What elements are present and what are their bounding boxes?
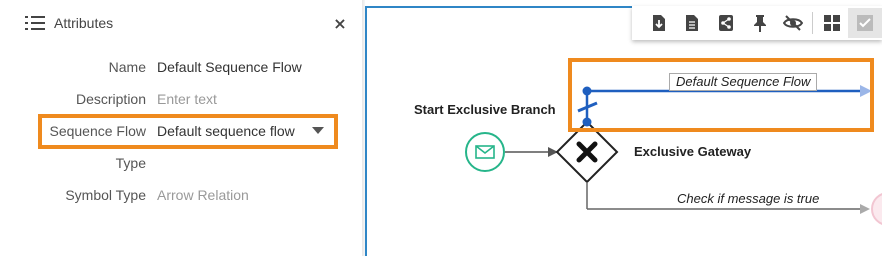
end-event[interactable] — [871, 193, 882, 225]
conditional-flow-label[interactable]: Check if message is true — [677, 191, 819, 206]
toolbar-separator — [811, 12, 813, 34]
canvas-toolbar — [632, 6, 882, 40]
start-event[interactable] — [465, 132, 505, 172]
default-flow-highlight — [568, 58, 874, 132]
gateway-label: Exclusive Gateway — [634, 144, 752, 159]
start-event-label: Start Exclusive Branch — [414, 102, 556, 117]
download-icon[interactable] — [642, 8, 676, 38]
hide-icon[interactable] — [776, 8, 810, 38]
pin-icon[interactable] — [743, 8, 777, 38]
share-icon[interactable] — [709, 8, 743, 38]
grid-icon[interactable] — [815, 8, 849, 38]
check-icon[interactable] — [848, 8, 882, 38]
document-icon[interactable] — [676, 8, 710, 38]
sequence-flow-start-gateway[interactable] — [505, 147, 558, 157]
